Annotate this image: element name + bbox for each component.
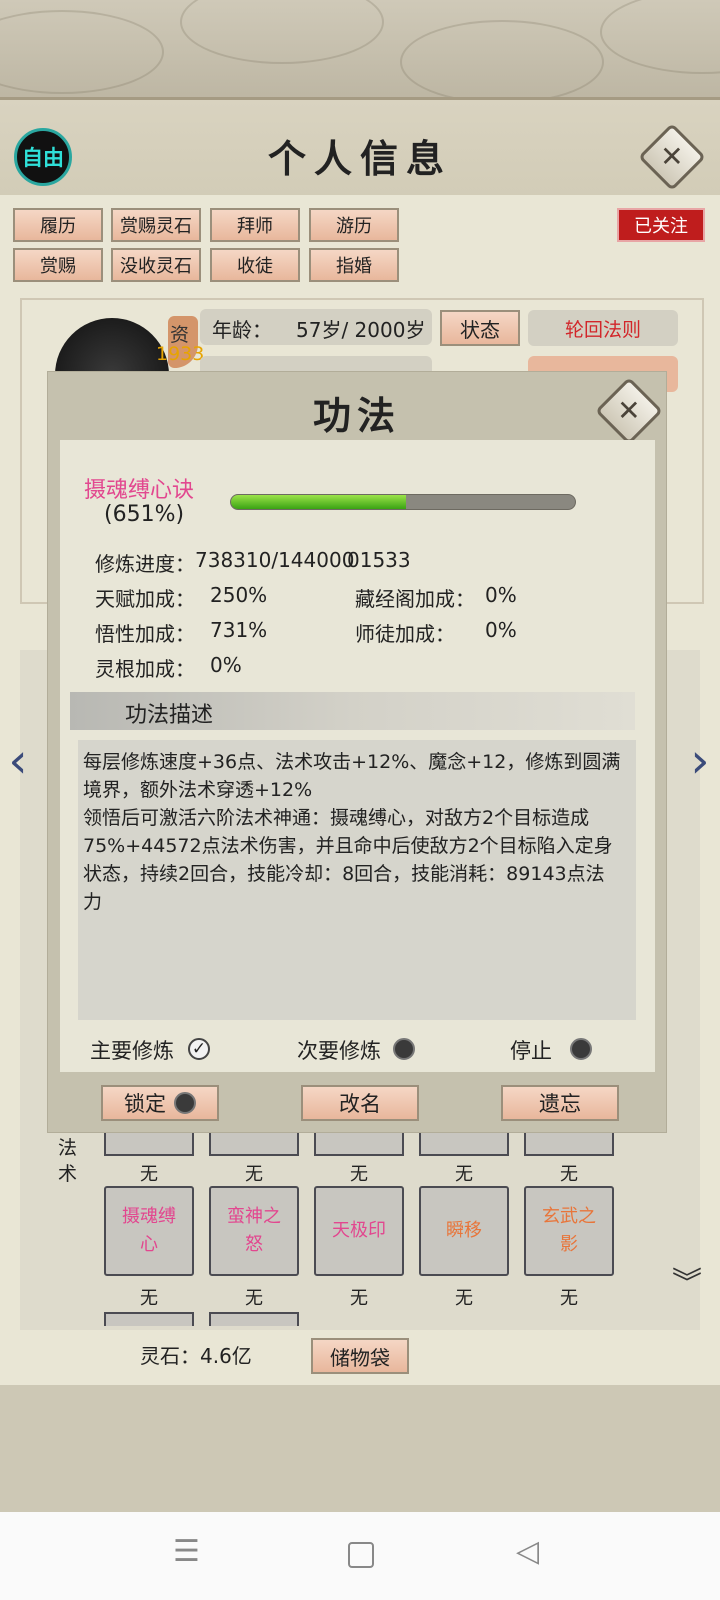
page-title: 个人信息 xyxy=(267,136,452,181)
skill-slot-barbarian-wrath[interactable]: 蛮神之怒 xyxy=(209,1186,299,1276)
menu-icon[interactable]: ☰ xyxy=(173,1534,200,1569)
insight-bonus-value: 731% xyxy=(210,618,268,642)
home-icon[interactable] xyxy=(348,1542,374,1568)
secondary-mode-radio[interactable] xyxy=(393,1038,415,1060)
secondary-mode-label[interactable]: 次要修炼 xyxy=(297,1035,381,1065)
followed-badge[interactable]: 已关注 xyxy=(617,208,705,242)
progress-label: 修炼进度： xyxy=(95,552,195,576)
next-arrow-icon[interactable]: › xyxy=(688,736,712,786)
mentor-bonus-label: 师徒加成： xyxy=(355,622,455,646)
skill-slot-top[interactable] xyxy=(104,1130,194,1156)
skill-slot-top[interactable] xyxy=(419,1130,509,1156)
slot-caption: 无 xyxy=(560,1288,578,1309)
slot-caption: 无 xyxy=(455,1288,473,1309)
rename-button[interactable]: 改名 xyxy=(301,1085,419,1121)
skill-slot-black-tortoise[interactable]: 玄武之影 xyxy=(524,1186,614,1276)
rebirth-rules-button[interactable]: 轮回法则 xyxy=(528,310,678,346)
aptitude-value: 1933 xyxy=(156,343,205,365)
spirit-stone-count: 灵石：4.6亿 xyxy=(140,1344,252,1368)
primary-mode-radio-checked-icon[interactable]: ✓ xyxy=(188,1038,210,1060)
tab-reward[interactable]: 赏赐 xyxy=(13,248,103,282)
skill-slot-soul-bind[interactable]: 摄魂缚心 xyxy=(104,1186,194,1276)
progress-value: 738310/144000 xyxy=(195,548,355,572)
slot-caption: 无 xyxy=(140,1164,158,1185)
tab-resume[interactable]: 履历 xyxy=(13,208,103,242)
stop-mode-radio[interactable] xyxy=(570,1038,592,1060)
scroll-down-chevron-icon[interactable]: ︾ xyxy=(672,1269,702,1299)
tab-take-disciple[interactable]: 收徒 xyxy=(210,248,300,282)
library-bonus-value: 0% xyxy=(485,583,517,607)
tab-confiscate-stones[interactable]: 没收灵石 xyxy=(111,248,201,282)
talent-bonus-value: 250% xyxy=(210,583,268,607)
skill-slot-next-row[interactable] xyxy=(104,1312,194,1326)
slot-caption: 无 xyxy=(245,1164,263,1185)
skills-section-label: 法术 xyxy=(58,1137,78,1185)
lock-button-label: 锁定 xyxy=(124,1092,166,1116)
slot-caption: 无 xyxy=(140,1288,158,1309)
close-icon: ✕ xyxy=(660,140,684,173)
primary-mode-label[interactable]: 主要修炼 xyxy=(90,1035,174,1065)
insight-bonus-label: 悟性加成： xyxy=(95,622,195,646)
description-text: 每层修炼速度+36点、法术攻击+12%、魔念+12，修炼到圆满 境界，额外法术穿… xyxy=(83,751,621,913)
age-value: 57岁/ 2000岁 xyxy=(296,318,426,342)
skill-slot-teleport[interactable]: 瞬移 xyxy=(419,1186,509,1276)
forget-button[interactable]: 遗忘 xyxy=(501,1085,619,1121)
progress-value-overlap: 01533 xyxy=(347,548,411,572)
skill-slot-top[interactable] xyxy=(209,1130,299,1156)
dialog-title: 功法 xyxy=(312,393,401,438)
bottom-decoration xyxy=(0,1385,720,1515)
cultivation-progress-bar xyxy=(230,494,576,510)
skill-slot-heaven-seal[interactable]: 天极印 xyxy=(314,1186,404,1276)
stop-mode-label[interactable]: 停止 xyxy=(510,1035,552,1065)
slot-caption: 无 xyxy=(350,1164,368,1185)
progress-fill xyxy=(231,495,407,509)
age-label: 年龄： xyxy=(212,318,272,342)
top-decoration xyxy=(0,0,720,104)
root-bonus-label: 灵根加成： xyxy=(95,657,195,681)
tab-reward-stones[interactable]: 赏赐灵石 xyxy=(111,208,201,242)
slot-caption: 无 xyxy=(245,1288,263,1309)
technique-name: 摄魂缚心诀 xyxy=(84,478,195,503)
skill-name: 天极印 xyxy=(332,1220,386,1241)
library-bonus-label: 藏经阁加成： xyxy=(355,587,475,611)
slot-caption: 无 xyxy=(455,1164,473,1185)
talent-bonus-label: 天赋加成： xyxy=(95,587,195,611)
skill-slot-top[interactable] xyxy=(524,1130,614,1156)
root-bonus-value: 0% xyxy=(210,653,242,677)
skill-slot-next-row[interactable] xyxy=(209,1312,299,1326)
skill-name: 玄武之影 xyxy=(542,1206,596,1255)
lock-button[interactable]: 锁定 xyxy=(101,1085,219,1121)
skill-name: 瞬移 xyxy=(446,1220,482,1241)
slot-caption: 无 xyxy=(350,1288,368,1309)
skill-name: 蛮神之怒 xyxy=(227,1206,281,1255)
tab-travel[interactable]: 游历 xyxy=(309,208,399,242)
skill-slot-top[interactable] xyxy=(314,1130,404,1156)
slot-caption: 无 xyxy=(560,1164,578,1185)
technique-percent: (651%) xyxy=(104,502,185,527)
status-button[interactable]: 状态 xyxy=(440,310,520,346)
mentor-bonus-value: 0% xyxy=(485,618,517,642)
storage-bag-button[interactable]: 储物袋 xyxy=(311,1338,409,1374)
skill-name: 摄魂缚心 xyxy=(122,1206,176,1255)
lock-toggle-icon xyxy=(174,1092,196,1114)
system-nav-bar: ☰ ◁ xyxy=(0,1512,720,1600)
tab-arrange-marriage[interactable]: 指婚 xyxy=(309,248,399,282)
prev-arrow-icon[interactable]: ‹ xyxy=(6,736,30,786)
description-header-label: 功法描述 xyxy=(125,703,214,728)
close-icon: ✕ xyxy=(617,394,641,427)
back-icon[interactable]: ◁ xyxy=(516,1534,539,1569)
tab-apprentice[interactable]: 拜师 xyxy=(210,208,300,242)
